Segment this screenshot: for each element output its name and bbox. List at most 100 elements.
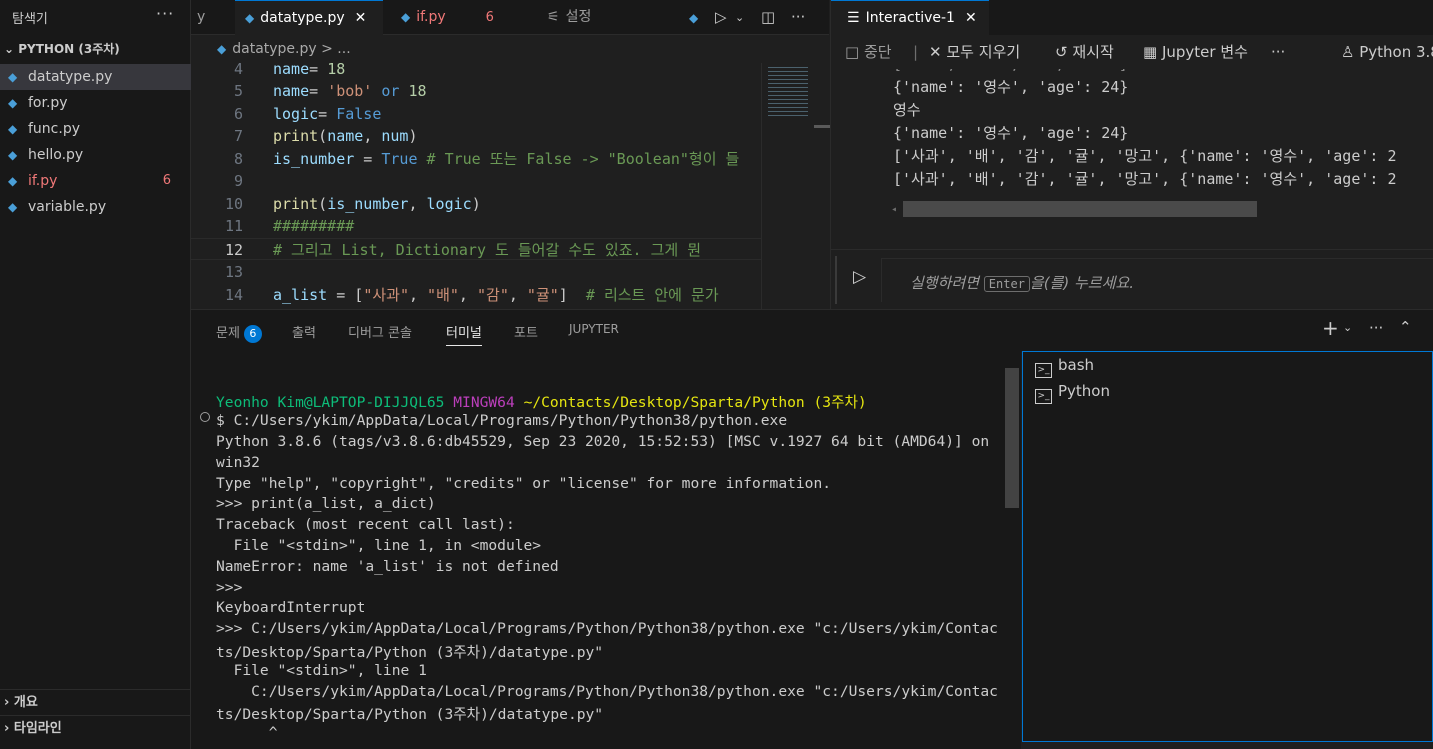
python-file-icon: ◆ (8, 122, 18, 136)
kernel-label: Python 3.8 (1359, 43, 1433, 61)
terminal-line: ts/Desktop/Sparta/Python (3주차)/datatype.… (216, 706, 604, 723)
add-terminal-icon[interactable]: + (1322, 316, 1339, 340)
clear-all-label: 모두 지우기 (946, 43, 1021, 61)
terminal-line: >>> C:/Users/ykim/AppData/Local/Programs… (216, 620, 998, 637)
interactive-tab-bar: ☰ Interactive-1 ✕ (830, 0, 1433, 35)
terminal-line: >>> (216, 579, 243, 596)
input-box[interactable]: 실행하려면 Enter 을(를) 누르세요. (881, 258, 1433, 302)
tab-ports[interactable]: 포트 (514, 322, 538, 341)
input-placeholder: 실행하려면 Enter 을(를) 누르세요. (910, 272, 1134, 293)
tab-output[interactable]: 출력 (292, 322, 316, 341)
terminal-line: Type "help", "copyright", "credits" or "… (216, 475, 832, 492)
more-actions-icon[interactable]: ··· (1369, 319, 1383, 337)
restart-button[interactable]: ↺ 재시작 (1055, 35, 1114, 69)
explorer-sidebar: 탐색기 ··· ⌄ PYTHON (3주차) ◆ datatype.py ◆ for… (0, 0, 191, 749)
command-decoration-icon[interactable] (200, 412, 210, 422)
code-line: 8 is_number = True # True 또는 False -> "Bo… (191, 148, 739, 170)
code-text: ######### (273, 217, 355, 235)
tab-problems[interactable]: 문제 6 (216, 322, 262, 343)
kernel-picker[interactable]: ♙ Python 3.8 (1341, 35, 1433, 69)
output-line: {'name': '영수', 'age': 24} (893, 78, 1129, 96)
file-item-func[interactable]: ◆ func.py (0, 116, 191, 142)
python-file-icon: ◆ (8, 200, 18, 214)
terminal-scrollbar[interactable] (1005, 368, 1019, 508)
tab-previous[interactable]: y (187, 0, 227, 35)
code-text: a_list = ["사과", "배", "감", "귤"] # 리스트 안에 … (273, 286, 719, 304)
chevron-right-icon: › (4, 721, 10, 736)
line-number: 10 (224, 195, 243, 213)
python-file-icon: ◆ (401, 10, 411, 24)
terminal[interactable]: Yeonho Kim@LAPTOP-DIJJQL65 MINGW64 ~/Con… (191, 351, 1021, 749)
minimap-slider[interactable] (814, 125, 830, 128)
terminal-item-python[interactable]: >_ Python (1035, 382, 1110, 404)
file-label: variable.py (28, 199, 107, 215)
terminal-icon: >_ (1035, 389, 1052, 404)
problem-count-badge: 6 (162, 173, 171, 188)
line-number: 4 (233, 63, 243, 78)
terminal-line: $ C:/Users/ykim/AppData/Local/Programs/P… (216, 412, 788, 429)
code-text: is_number = True # True 또는 False -> "Boo… (273, 150, 740, 168)
tab-label: datatype.py (260, 10, 345, 26)
close-icon[interactable]: ✕ (355, 10, 367, 26)
terminal-line: C:/Users/ykim/AppData/Local/Programs/Pyt… (216, 683, 998, 700)
file-item-if[interactable]: ◆ if.py 6 (0, 168, 191, 194)
folder-header[interactable]: ⌄ PYTHON (3주차) (0, 40, 191, 60)
horizontal-scrollbar[interactable] (903, 201, 1257, 217)
code-editor[interactable]: 4 name= 18 5 name= 'bob' or 18 6 logic= Fal… (191, 63, 761, 309)
more-actions-icon[interactable]: ··· (156, 4, 174, 23)
file-item-variable[interactable]: ◆ variable.py (0, 194, 191, 220)
restart-label: 재시작 (1072, 43, 1114, 61)
more-actions-icon[interactable]: ··· (791, 0, 805, 35)
terminal-line: File "<stdin>", line 1, in <module> (216, 537, 542, 554)
tab-label: Interactive-1 (865, 10, 955, 26)
file-item-hello[interactable]: ◆ hello.py (0, 142, 191, 168)
code-line: 4 name= 18 (191, 63, 345, 80)
run-icon[interactable]: ▷ (715, 0, 727, 35)
tab-terminal[interactable]: 터미널 (446, 322, 482, 346)
code-text: name= 'bob' or 18 (273, 82, 427, 100)
problems-badge: 6 (243, 325, 262, 343)
output-line: ['사과', '배', '감', '귤', '망고', {'name': '영수… (893, 170, 1397, 188)
clear-all-button[interactable]: ✕ 모두 지우기 (929, 35, 1020, 69)
tab-interactive[interactable]: ☰ Interactive-1 ✕ (831, 0, 989, 35)
outline-section[interactable]: › 개요 (0, 689, 191, 715)
chevron-down-icon[interactable]: ⌄ (735, 0, 744, 35)
panel-tab-bar: 문제 6 출력 디버그 콘솔 터미널 포트 JUPYTER + ⌄ ··· ⌃ (191, 309, 1433, 351)
output-line: {'name': '영수', 'age': 24} (893, 124, 1129, 142)
tab-label: y (197, 9, 206, 25)
scroll-left-icon[interactable]: ◂ (891, 204, 897, 215)
file-item-for[interactable]: ◆ for.py (0, 90, 191, 116)
tab-settings[interactable]: ⚟ 설정 (537, 0, 637, 35)
chevron-up-icon[interactable]: ⌃ (1399, 318, 1412, 336)
folder-label: PYTHON (3주차) (18, 42, 120, 56)
code-text: print(is_number, logic) (273, 195, 481, 213)
minimap[interactable] (761, 63, 830, 309)
tab-if[interactable]: ◆ if.py 6 (391, 0, 521, 35)
list-icon: ☰ (847, 10, 860, 26)
variables-button[interactable]: ▦ Jupyter 변수 (1143, 35, 1248, 69)
terminal-item-bash[interactable]: >_ bash (1035, 356, 1094, 378)
split-editor-icon[interactable]: ◫ (761, 0, 775, 35)
tab-jupyter[interactable]: JUPYTER (569, 322, 619, 336)
breadcrumb[interactable]: ◆ datatype.py > ... (191, 35, 829, 63)
tab-label: if.py (416, 9, 446, 25)
file-item-datatype[interactable]: ◆ datatype.py (0, 64, 191, 90)
interactive-input[interactable]: ▷ 실행하려면 Enter 을(를) 누르세요. (830, 249, 1433, 309)
stop-button[interactable]: □ 중단 (845, 35, 892, 69)
stop-label: 중단 (863, 43, 892, 61)
tab-datatype[interactable]: ◆ datatype.py ✕ (235, 0, 383, 35)
chevron-down-icon[interactable]: ⌄ (1343, 321, 1352, 334)
line-number: 6 (233, 105, 243, 123)
timeline-section[interactable]: › 타임라인 (0, 715, 191, 741)
terminal-line: ts/Desktop/Sparta/Python (3주차)/datatype.… (216, 644, 604, 661)
terminal-icon: >_ (1035, 363, 1052, 378)
run-cell-icon[interactable]: ▷ (853, 267, 866, 287)
line-number: 13 (224, 263, 243, 281)
file-label: hello.py (28, 147, 84, 163)
python-file-icon: ◆ (8, 174, 18, 188)
close-icon[interactable]: ✕ (965, 10, 977, 26)
more-actions-icon[interactable]: ··· (1271, 35, 1285, 69)
tab-debug-console[interactable]: 디버그 콘솔 (348, 322, 412, 341)
minimap-preview (768, 67, 808, 117)
input-gutter (835, 256, 837, 304)
